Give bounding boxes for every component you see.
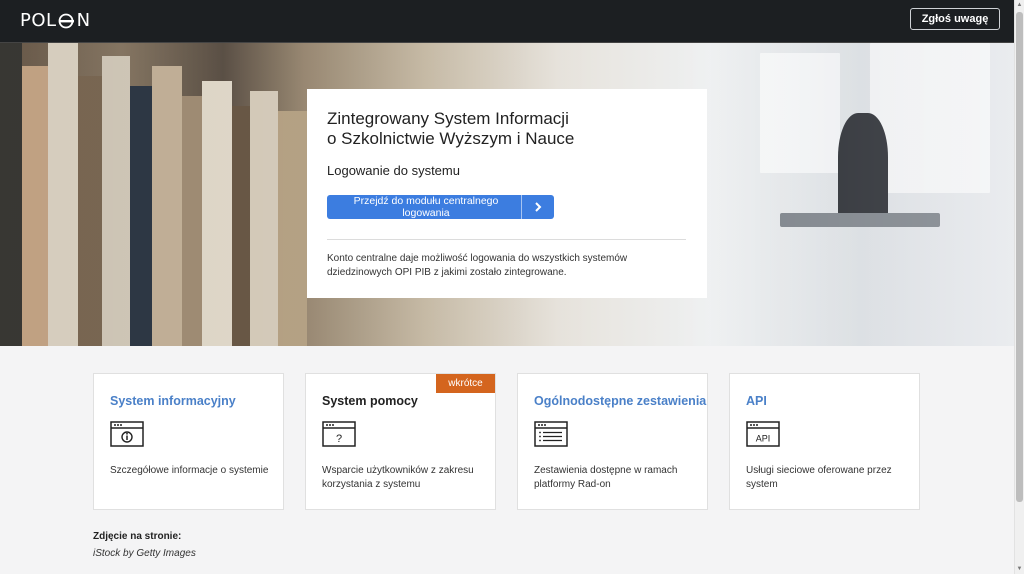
tile-title[interactable]: System informacyjny xyxy=(110,394,236,408)
report-feedback-button[interactable]: Zgłoś uwagę xyxy=(910,8,1000,30)
system-title-line2: o Szkolnictwie Wyższym i Nauce xyxy=(327,129,575,148)
scroll-down-arrow-icon[interactable]: ▼ xyxy=(1015,564,1024,574)
tile-ogolnodostepne-zestawienia[interactable]: Ogólnodostępne zestawienia Zestawienia d… xyxy=(517,373,708,510)
tile-description: Usługi sieciowe oferowane przez system xyxy=(746,465,892,490)
login-description: Konto centralne daje możliwość logowania… xyxy=(327,253,628,278)
scroll-thumb[interactable] xyxy=(1016,12,1023,502)
photo-credit-value: iStock by Getty Images xyxy=(93,548,196,559)
tile-description: Zestawienia dostępne w ramach platformy … xyxy=(534,465,678,490)
central-login-label: Przejdź do modułu centralnego logowania xyxy=(353,195,499,219)
tile-api[interactable]: API API Usługi sieciowe oferowane przez … xyxy=(729,373,920,510)
tile-system-informacyjny[interactable]: System informacyjny Szczegółowe informac… xyxy=(93,373,284,510)
polon-logo[interactable]: POL N xyxy=(20,10,91,31)
logo-text-left: POL xyxy=(20,10,57,31)
chevron-right-icon xyxy=(521,195,554,219)
scroll-up-arrow-icon[interactable]: ▲ xyxy=(1015,0,1024,10)
system-title: Zintegrowany System Informacji o Szkolni… xyxy=(327,109,627,149)
login-card: Zintegrowany System Informacji o Szkolni… xyxy=(307,89,707,298)
logo-o-dash-icon xyxy=(58,13,74,28)
photo-credit-label: Zdjęcie na stronie: xyxy=(93,531,182,542)
central-login-button[interactable]: Przejdź do modułu centralnego logowania xyxy=(327,195,554,219)
system-title-line1: Zintegrowany System Informacji xyxy=(327,109,569,128)
icon-glyph: API xyxy=(756,434,771,444)
logo-text-right: N xyxy=(76,10,91,31)
tile-title[interactable]: Ogólnodostępne zestawienia xyxy=(534,394,706,408)
api-window-icon: API xyxy=(746,421,780,447)
top-bar: POL N Zgłoś uwagę xyxy=(0,0,1014,43)
list-window-icon xyxy=(534,421,568,447)
tile-title[interactable]: API xyxy=(746,394,767,408)
tile-description: Wsparcie użytkowników z zakresu korzysta… xyxy=(322,465,474,490)
card-divider xyxy=(327,239,686,240)
icon-glyph: ? xyxy=(336,433,342,445)
info-window-icon xyxy=(110,421,144,447)
tile-description: Szczegółowe informacje o systemie xyxy=(110,465,269,476)
help-window-icon: ? xyxy=(322,421,356,447)
page-scrollbar[interactable]: ▲ ▼ xyxy=(1014,0,1024,574)
tile-title: System pomocy xyxy=(322,394,418,408)
tile-system-pomocy: wkrótce System pomocy ? Wsparcie użytkow… xyxy=(305,373,496,510)
coming-soon-badge: wkrótce xyxy=(436,374,495,393)
login-subtitle: Logowanie do systemu xyxy=(327,163,460,178)
